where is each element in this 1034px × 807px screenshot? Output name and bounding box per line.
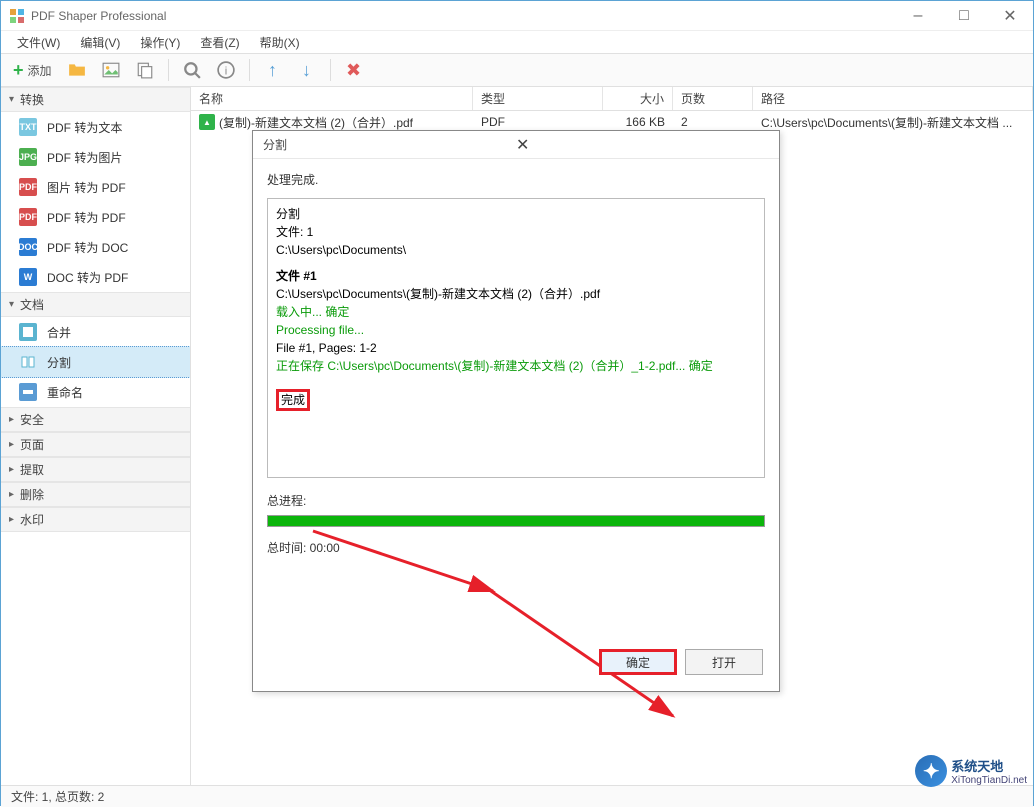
- copy-button[interactable]: [130, 56, 160, 84]
- category-convert[interactable]: ▾转换: [1, 87, 190, 112]
- add-label: 添加: [28, 62, 52, 79]
- category-docs[interactable]: ▾文档: [1, 292, 190, 317]
- toolbar-separator: [330, 59, 331, 81]
- dialog-title: 分割: [263, 136, 510, 153]
- menu-file[interactable]: 文件(W): [9, 32, 68, 53]
- split-dialog: 分割 ✕ 处理完成. 分割 文件: 1 C:\Users\pc\Document…: [252, 130, 780, 692]
- sidebar-item-rename[interactable]: 重命名: [1, 377, 190, 407]
- status-bar: 文件: 1, 总页数: 2: [1, 785, 1033, 807]
- svg-text:i: i: [224, 66, 227, 78]
- menu-help[interactable]: 帮助(X): [252, 32, 308, 53]
- minimize-button[interactable]: –: [895, 1, 941, 31]
- status-text: 文件: 1, 总页数: 2: [11, 788, 104, 805]
- sidebar-item-pdf2pdf[interactable]: PDFPDF 转为 PDF: [1, 202, 190, 232]
- search-icon: [183, 61, 201, 79]
- jpg-icon: JPG: [19, 148, 37, 166]
- info-icon: i: [217, 61, 235, 79]
- chevron-right-icon: ▸: [9, 464, 14, 475]
- sidebar-item-pdf2txt[interactable]: TXTPDF 转为文本: [1, 112, 190, 142]
- delete-button[interactable]: ✖: [339, 56, 369, 84]
- sidebar: ▾转换 TXTPDF 转为文本 JPGPDF 转为图片 PDF图片 转为 PDF…: [1, 87, 191, 785]
- dialog-body: 处理完成. 分割 文件: 1 C:\Users\pc\Documents\ 文件…: [253, 159, 779, 568]
- watermark: ✦ 系统天地 XiTongTianDi.net: [915, 755, 1027, 787]
- sidebar-item-doc2pdf[interactable]: WDOC 转为 PDF: [1, 262, 190, 292]
- dialog-buttons: 确定 打开: [599, 649, 763, 675]
- category-delete[interactable]: ▸删除: [1, 482, 190, 507]
- menu-action[interactable]: 操作(Y): [132, 32, 188, 53]
- merge-icon: [19, 323, 37, 341]
- window-controls: – □ ✕: [895, 1, 1033, 31]
- done-highlight: 完成: [276, 389, 310, 411]
- down-button[interactable]: ↓: [292, 56, 322, 84]
- toolbar-separator: [168, 59, 169, 81]
- delete-icon: ✖: [345, 61, 363, 79]
- category-extract[interactable]: ▸提取: [1, 457, 190, 482]
- dialog-close-button[interactable]: ✕: [510, 135, 769, 155]
- app-title: PDF Shaper Professional: [31, 9, 895, 23]
- menu-view[interactable]: 查看(Z): [192, 32, 247, 53]
- chevron-right-icon: ▸: [9, 489, 14, 500]
- dialog-titlebar[interactable]: 分割 ✕: [253, 131, 779, 159]
- word-icon: W: [19, 268, 37, 286]
- close-button[interactable]: ✕: [987, 1, 1033, 31]
- sidebar-item-pdf2img[interactable]: JPGPDF 转为图片: [1, 142, 190, 172]
- toolbar-separator: [249, 59, 250, 81]
- title-bar: PDF Shaper Professional – □ ✕: [1, 1, 1033, 31]
- pdf-icon: PDF: [19, 178, 37, 196]
- category-watermark[interactable]: ▸水印: [1, 507, 190, 532]
- up-button[interactable]: ↑: [258, 56, 288, 84]
- pdf-file-icon: ▲: [199, 114, 215, 130]
- image-icon: [102, 61, 120, 79]
- column-headers: 名称 类型 大小 页数 路径: [191, 87, 1033, 111]
- sidebar-item-split[interactable]: 分割: [1, 346, 191, 378]
- folder-icon: [68, 61, 86, 79]
- arrow-down-icon: ↓: [298, 61, 316, 79]
- menu-bar: 文件(W) 编辑(V) 操作(Y) 查看(Z) 帮助(X): [1, 31, 1033, 53]
- image-button[interactable]: [96, 56, 126, 84]
- category-security[interactable]: ▸安全: [1, 407, 190, 432]
- folder-button[interactable]: [62, 56, 92, 84]
- add-button[interactable]: +添加: [7, 56, 58, 85]
- chevron-right-icon: ▸: [9, 439, 14, 450]
- dialog-status: 处理完成.: [267, 171, 765, 188]
- chevron-right-icon: ▸: [9, 514, 14, 525]
- chevron-down-icon: ▾: [9, 299, 14, 310]
- globe-icon: ✦: [915, 755, 947, 787]
- sidebar-item-pdf2doc[interactable]: DOCPDF 转为 DOC: [1, 232, 190, 262]
- col-path[interactable]: 路径: [753, 87, 1033, 110]
- chevron-right-icon: ▸: [9, 414, 14, 425]
- toolbar: +添加 i ↑ ↓ ✖: [1, 53, 1033, 87]
- col-size[interactable]: 大小: [603, 87, 673, 110]
- col-pages[interactable]: 页数: [673, 87, 753, 110]
- menu-edit[interactable]: 编辑(V): [72, 32, 128, 53]
- split-icon: [19, 353, 37, 371]
- sidebar-item-img2pdf[interactable]: PDF图片 转为 PDF: [1, 172, 190, 202]
- ok-button[interactable]: 确定: [599, 649, 677, 675]
- open-button[interactable]: 打开: [685, 649, 763, 675]
- app-icon: [9, 8, 25, 24]
- rename-icon: [19, 383, 37, 401]
- chevron-down-icon: ▾: [9, 94, 14, 105]
- copy-icon: [136, 61, 154, 79]
- txt-icon: TXT: [19, 118, 37, 136]
- plus-icon: +: [13, 60, 24, 81]
- arrow-up-icon: ↑: [264, 61, 282, 79]
- progress-bar: [267, 515, 765, 527]
- log-output[interactable]: 分割 文件: 1 C:\Users\pc\Documents\ 文件 #1 C:…: [267, 198, 765, 478]
- col-name[interactable]: 名称: [191, 87, 473, 110]
- sidebar-item-merge[interactable]: 合并: [1, 317, 190, 347]
- pdf-icon: PDF: [19, 208, 37, 226]
- time-label: 总时间: 00:00: [267, 539, 765, 556]
- info-button[interactable]: i: [211, 56, 241, 84]
- doc-icon: DOC: [19, 238, 37, 256]
- progress-label: 总进程:: [267, 492, 765, 509]
- search-button[interactable]: [177, 56, 207, 84]
- col-type[interactable]: 类型: [473, 87, 603, 110]
- maximize-button[interactable]: □: [941, 1, 987, 31]
- category-pages[interactable]: ▸页面: [1, 432, 190, 457]
